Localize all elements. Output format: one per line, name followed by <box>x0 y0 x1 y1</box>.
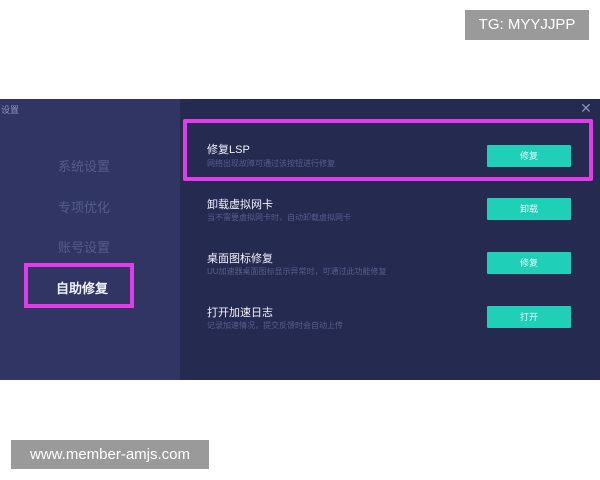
open-acceleration-log-description: 记录加速情况，提交反馈时会自动上传 <box>207 321 343 330</box>
repair-lsp-button[interactable]: 修复 <box>487 145 571 167</box>
open-acceleration-log-button[interactable]: 打开 <box>487 306 571 328</box>
sidebar-item-special-optimization[interactable]: 专项优化 <box>58 197 110 216</box>
sidebar-item-self-repair[interactable]: 自助修复 <box>56 278 108 297</box>
watermark-top: TG: MYYJJPP <box>465 10 589 40</box>
repair-lsp-title: 修复LSP <box>207 144 250 156</box>
close-icon[interactable]: ✕ <box>578 100 594 116</box>
sidebar-item-system-settings[interactable]: 系统设置 <box>58 156 110 175</box>
uninstall-virtual-nic-title: 卸载虚拟网卡 <box>207 199 273 211</box>
sidebar-item-account-settings[interactable]: 账号设置 <box>58 237 110 256</box>
desktop-icon-repair-description: UU加速器桌面图标显示异常时，可通过此功能修复 <box>207 267 387 276</box>
watermark-bottom: www.member-amjs.com <box>11 440 209 469</box>
desktop-icon-repair-title: 桌面图标修复 <box>207 253 273 265</box>
desktop-icon-repair-button[interactable]: 修复 <box>487 252 571 274</box>
uninstall-virtual-nic-button[interactable]: 卸载 <box>487 198 571 220</box>
repair-lsp-description: 网络出现故障可通过该按钮进行修复 <box>207 159 335 168</box>
uninstall-virtual-nic-description: 当不需要虚拟网卡时，自动卸载虚拟网卡 <box>207 213 351 222</box>
window-title: 设置 <box>1 105 20 115</box>
open-acceleration-log-title: 打开加速日志 <box>207 307 273 319</box>
